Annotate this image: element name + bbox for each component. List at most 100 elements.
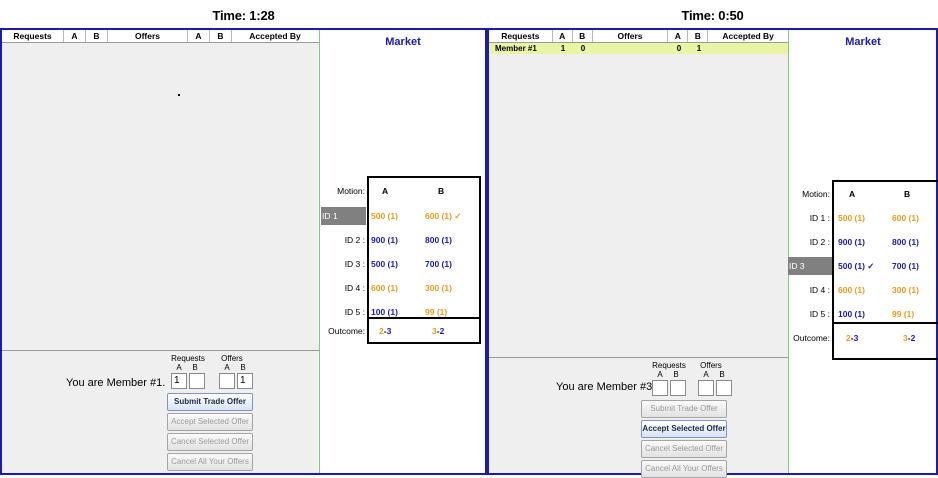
off-a-label: A <box>224 363 230 372</box>
outcome-a: 2-3 <box>846 333 859 343</box>
offer-a-input[interactable] <box>698 380 714 396</box>
vote-cell-b: 800 (1) <box>892 237 919 247</box>
cell-off-a: 0 <box>676 44 682 53</box>
vote-row-label: ID 3 : <box>344 259 365 269</box>
member-label: You are Member #3. <box>556 381 656 393</box>
vote-cell-b: 800 (1) <box>425 235 452 245</box>
accept-selected-offer-button[interactable]: Accept Selected Offer <box>641 420 727 438</box>
request-a-input[interactable] <box>652 380 668 396</box>
vote-cell-b: 300 (1) <box>425 283 452 293</box>
col-offers[interactable]: Offers <box>108 30 188 42</box>
member-label: You are Member #1. <box>66 377 166 389</box>
cancel-selected-offer-button[interactable]: Cancel Selected Offer <box>167 433 253 451</box>
req-a-label: A <box>176 363 182 372</box>
offer-b-input[interactable]: 1 <box>237 373 253 389</box>
timer: Time: 0:50 <box>681 8 744 23</box>
trading-frame: Requests A B Offers A B Accepted By Memb… <box>487 28 938 478</box>
submit-trade-offer-button[interactable]: Submit Trade Offer <box>167 393 253 411</box>
cursor-dot <box>178 94 180 96</box>
col-requests[interactable]: Requests <box>489 30 553 42</box>
vote-row-label: ID 1 (YOU): <box>321 207 366 239</box>
request-a-input[interactable]: 1 <box>171 373 187 389</box>
outcome-b: 3-2 <box>432 326 445 336</box>
vote-cell-a: 500 (1) <box>371 211 398 221</box>
request-b-input[interactable] <box>670 380 686 396</box>
market-panel: Market Motion: A B ID 1 : 500 (1) 600 (1) I… <box>788 30 938 473</box>
offers-table-header: Requests A B Offers A B Accepted By <box>489 30 788 43</box>
outcome-label: Outcome: <box>328 326 365 336</box>
market-title: Market <box>845 36 881 48</box>
col-offers[interactable]: Offers <box>593 30 669 42</box>
vote-cell-a: 500 (1) <box>838 213 865 223</box>
off-b-label: B <box>240 363 246 372</box>
vote-cell-a: 900 (1) <box>371 235 398 245</box>
cell-offers <box>593 43 669 54</box>
col-accepted-by[interactable]: Accepted By <box>232 30 318 42</box>
market-title: Market <box>385 36 421 48</box>
vote-cell-a: 500 (1) <box>371 259 398 269</box>
vote-row-label: ID 4 : <box>809 285 830 295</box>
vote-cell-b: 99 (1) <box>892 309 915 319</box>
accept-selected-offer-button[interactable]: Accept Selected Offer <box>167 413 253 431</box>
vote-cell-b: 700 (1) <box>425 259 452 269</box>
col-off-b[interactable]: B <box>688 30 709 42</box>
vote-col-b-header: B <box>438 186 445 196</box>
table-row[interactable]: Member #1 1 0 0 1 <box>489 43 788 54</box>
col-requests[interactable]: Requests <box>2 30 64 42</box>
col-req-a[interactable]: A <box>64 30 86 42</box>
vote-cell-b: 700 (1) <box>892 261 919 271</box>
col-off-a[interactable]: A <box>188 30 210 42</box>
offer-a-input[interactable] <box>219 373 235 389</box>
vote-cell-b: 600 (1) ✓ <box>425 211 462 221</box>
cancel-all-offers-button[interactable]: Cancel All Your Offers <box>167 453 253 471</box>
vote-cell-b: 300 (1) <box>892 285 919 295</box>
col-req-b[interactable]: B <box>86 30 108 42</box>
vote-row-label: ID 2 : <box>809 237 830 247</box>
vote-col-a-header: A <box>849 189 856 199</box>
req-a-label: A <box>657 370 663 379</box>
controls-area: You are Member #1. Requests Offers A B A… <box>2 351 319 473</box>
col-req-a[interactable]: A <box>553 30 573 42</box>
req-b-label: B <box>192 363 198 372</box>
vote-row-label: ID 5 : <box>344 307 365 317</box>
offers-table[interactable]: Requests A B Offers A B Accepted By <box>2 30 319 351</box>
vote-row-label: ID 5 : <box>809 309 830 319</box>
outcome-a: 2-3 <box>379 326 392 336</box>
offers-area: Requests A B Offers A B Accepted By Memb… <box>489 30 789 478</box>
vote-cell-a: 900 (1) <box>838 237 865 247</box>
cancel-selected-offer-button[interactable]: Cancel Selected Offer <box>641 440 727 458</box>
vote-row-label: ID 2 : <box>344 235 365 245</box>
offer-b-input[interactable] <box>716 380 732 396</box>
vote-col-a-header: A <box>382 186 389 196</box>
col-off-a[interactable]: A <box>668 30 689 42</box>
trading-frame: Requests A B Offers A B Accepted By You … <box>0 28 487 475</box>
offers-area: Requests A B Offers A B Accepted By You … <box>2 30 320 473</box>
col-accepted-by[interactable]: Accepted By <box>708 30 788 42</box>
submit-trade-offer-button[interactable]: Submit Trade Offer <box>641 400 727 418</box>
vote-row-label: ID 1 : <box>809 213 830 223</box>
cancel-all-offers-button[interactable]: Cancel All Your Offers <box>641 460 727 478</box>
vote-cell-a: 600 (1) <box>371 283 398 293</box>
cell-accepted-by <box>709 43 785 54</box>
vote-cell-a: 600 (1) <box>838 285 865 295</box>
outcome-label: Outcome: <box>793 333 830 343</box>
cell-req-b: 0 <box>580 44 586 53</box>
vote-cell-b: 600 (1) <box>892 213 919 223</box>
motion-label: Motion: <box>337 186 365 196</box>
vote-col-b-header: B <box>904 189 911 199</box>
col-req-b[interactable]: B <box>573 30 593 42</box>
right-trading-screen: Time: 0:50 Requests A B Offers A B Accep… <box>487 0 938 478</box>
off-b-label: B <box>719 370 725 379</box>
vote-cell-a: 100 (1) <box>838 309 865 319</box>
cell-requests: Member #1 <box>495 44 537 53</box>
vote-row-label: ID 4 : <box>344 283 365 293</box>
col-off-b[interactable]: B <box>210 30 232 42</box>
offers-table[interactable]: Requests A B Offers A B Accepted By Memb… <box>489 30 788 358</box>
timer: Time: 1:28 <box>212 8 275 23</box>
cell-req-a: 1 <box>560 44 566 53</box>
vote-cell-a: 500 (1) ✓ <box>838 261 875 271</box>
motion-label: Motion: <box>802 189 830 199</box>
off-a-label: A <box>703 370 709 379</box>
vote-cell-b: 99 (1) <box>425 307 448 317</box>
request-b-input[interactable] <box>189 373 205 389</box>
